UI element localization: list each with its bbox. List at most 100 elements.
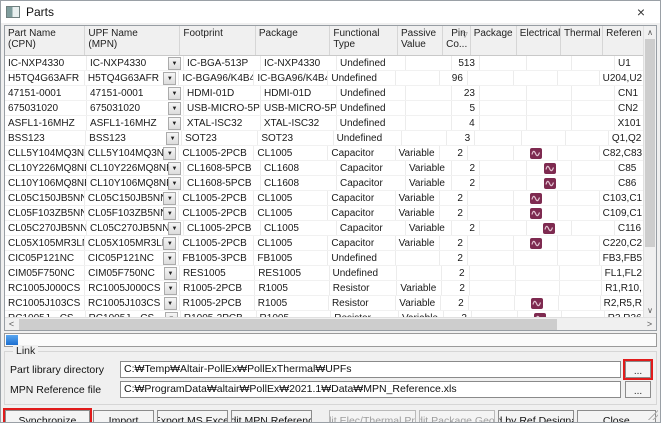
table-row[interactable]: BSS123 BSS123 ▼ SOT23 SOT23 Undefined 3 … — [5, 131, 643, 146]
upf-dropdown-button[interactable]: ▼ — [166, 132, 179, 145]
table-row[interactable]: CL05C150JB5NNND CL05C150JB5NNND ▼ CL1005… — [5, 191, 643, 206]
electrical-model-icon[interactable] — [530, 208, 542, 219]
scroll-down-icon[interactable]: ∨ — [644, 304, 656, 317]
upf-dropdown-button[interactable]: ▼ — [168, 222, 181, 235]
table-row[interactable]: CIC05P121NC CIC05P121NC ▼ FB1005-3PCB FB… — [5, 251, 643, 266]
column-header-functional-type[interactable]: Functional Type — [330, 26, 398, 55]
column-header-thermal[interactable]: Thermal — [561, 26, 603, 55]
cell-thermal — [572, 56, 615, 70]
cell-passive-value — [406, 56, 452, 70]
scroll-left-icon[interactable]: < — [5, 318, 18, 331]
table-row[interactable]: CIM05F750NC CIM05F750NC ▼ RES1005 RES100… — [5, 266, 643, 281]
mpn-reference-file-label: MPN Reference file — [10, 384, 120, 396]
cell-functional-type: Resistor — [329, 296, 396, 310]
table-row[interactable]: ASFL1-16MHZ ASFL1-16MHZ ▼ XTAL-ISC32 XTA… — [5, 116, 643, 131]
resize-grip-icon[interactable] — [648, 410, 658, 420]
vertical-scroll-thumb[interactable] — [645, 39, 655, 247]
upf-dropdown-button[interactable]: ▼ — [168, 87, 181, 100]
electrical-model-icon[interactable] — [530, 193, 542, 204]
column-header-part-name[interactable]: Part Name (CPN) — [5, 26, 85, 55]
upf-dropdown-button[interactable]: ▼ — [163, 147, 176, 160]
import-button[interactable]: Import — [93, 410, 154, 423]
upf-dropdown-button[interactable]: ▼ — [163, 192, 176, 205]
cell-package-2 — [480, 221, 527, 235]
table-row[interactable]: H5TQ4G63AFR H5TQ4G63AFR ▼ IC-BGA96/K4B4G… — [5, 71, 643, 86]
table-row[interactable]: CL10Y106MQ8NRNC CL10Y106MQ8NRNC ▼ CL1608… — [5, 176, 643, 191]
export-ms-excel-button[interactable]: Export MS Excel — [157, 410, 227, 423]
close-icon[interactable]: × — [627, 3, 655, 21]
upf-dropdown-button[interactable]: ▼ — [164, 297, 177, 310]
column-header-package-2[interactable]: Package — [471, 26, 517, 55]
table-row[interactable]: CLL5Y104MQ3NLNC CLL5Y104MQ3NLNC ▼ CL1005… — [5, 146, 643, 161]
table-row[interactable]: 675031020 675031020 ▼ USB-MICRO-5P USB-M… — [5, 101, 643, 116]
cell-part-name: CL10Y226MQ8NRNC — [5, 161, 87, 175]
upf-dropdown-button[interactable]: ▼ — [168, 57, 181, 70]
upf-dropdown-button[interactable]: ▼ — [163, 72, 176, 85]
scroll-up-icon[interactable]: ∧ — [644, 26, 656, 39]
cell-part-name: BSS123 — [5, 131, 86, 145]
column-header-passive-value[interactable]: Passive Value — [398, 26, 443, 55]
chevron-down-icon: ▼ — [171, 226, 177, 232]
table-row[interactable]: CL10Y226MQ8NRNC CL10Y226MQ8NRNC ▼ CL1608… — [5, 161, 643, 176]
browse-mpn-reference-button[interactable]: ... — [625, 381, 651, 398]
electrical-model-icon[interactable] — [531, 298, 543, 309]
column-header-pin-count[interactable]: Pin Co...▽ — [443, 26, 471, 55]
chevron-down-icon: ▼ — [172, 166, 178, 172]
upf-dropdown-button[interactable]: ▼ — [163, 237, 176, 250]
cell-functional-type: Undefined — [337, 86, 406, 100]
cell-passive-value — [406, 86, 452, 100]
table-row[interactable]: RC1005J000CS RC1005J000CS ▼ R1005-2PCB R… — [5, 281, 643, 296]
part-library-directory-field[interactable]: C:₩Temp₩Altair-PollEx₩PollExThermal₩UPFs — [120, 361, 621, 378]
table-row[interactable]: IC-NXP4330 IC-NXP4330 ▼ IC-BGA-513P IC-N… — [5, 56, 643, 71]
browse-part-library-button[interactable]: ... — [625, 361, 651, 378]
cell-electrical — [527, 161, 572, 175]
table-row[interactable]: CL05C270JB5NNWC CL05C270JB5NNWC ▼ CL1005… — [5, 221, 643, 236]
table-row[interactable]: CL05X105MR3LNNH CL05X105MR3LNNH ▼ CL1005… — [5, 236, 643, 251]
mpn-reference-file-row: MPN Reference file C:₩ProgramData₩altair… — [10, 380, 651, 399]
cell-upf-name: CL05X105MR3LNNH ▼ — [85, 236, 179, 250]
upf-dropdown-button[interactable]: ▼ — [168, 162, 181, 175]
table-row[interactable]: CL05F103ZB5NNNC CL05F103ZB5NNNC ▼ CL1005… — [5, 206, 643, 221]
electrical-model-icon[interactable] — [543, 223, 555, 234]
electrical-model-icon[interactable] — [530, 238, 542, 249]
cell-upf-name: 47151-0001 ▼ — [87, 86, 184, 100]
upf-dropdown-button[interactable]: ▼ — [168, 102, 181, 115]
scroll-right-icon[interactable]: > — [643, 318, 656, 331]
cell-passive-value: Variable — [396, 236, 441, 250]
close-button[interactable]: Close — [577, 410, 656, 423]
synchronize-button[interactable]: Synchronize — [5, 410, 90, 423]
cell-package-2 — [480, 176, 527, 190]
electrical-model-icon[interactable] — [544, 163, 556, 174]
cell-package: CL1005 — [261, 221, 337, 235]
cell-electrical — [514, 206, 558, 220]
column-header-footprint[interactable]: Footprint — [180, 26, 255, 55]
find-by-ref-designator-button[interactable]: Find by Ref Designator — [498, 410, 574, 423]
cell-package: RES1005 — [255, 266, 329, 280]
upf-dropdown-button[interactable]: ▼ — [168, 117, 181, 130]
mpn-reference-file-field[interactable]: C:₩ProgramData₩altair₩PollEx₩2021.1₩Data… — [120, 381, 621, 398]
horizontal-scroll-thumb[interactable] — [19, 319, 557, 330]
upf-dropdown-button[interactable]: ▼ — [163, 252, 176, 265]
edit-mpn-reference-button[interactable]: Edit MPN Reference — [231, 410, 312, 423]
column-header-electrical[interactable]: Electrical — [517, 26, 561, 55]
table-row[interactable]: RC1005J103CS RC1005J103CS ▼ R1005-2PCB R… — [5, 296, 643, 311]
vertical-scrollbar[interactable]: ∧ ∨ — [643, 26, 656, 317]
column-header-upf-name[interactable]: UPF Name (MPN) — [85, 26, 180, 55]
electrical-model-icon[interactable] — [530, 148, 542, 159]
upf-dropdown-button[interactable]: ▼ — [164, 267, 177, 280]
table-row[interactable]: 47151-0001 47151-0001 ▼ HDMI-01D HDMI-01… — [5, 86, 643, 101]
cell-part-name: RC1005J000CS — [5, 281, 85, 295]
horizontal-scrollbar[interactable]: < > — [5, 317, 656, 330]
cell-part-name: CL05F103ZB5NNNC — [5, 206, 85, 220]
electrical-model-icon[interactable] — [544, 178, 556, 189]
cell-passive-value — [396, 251, 441, 265]
cell-package-2 — [468, 236, 514, 250]
upf-dropdown-button[interactable]: ▼ — [164, 282, 177, 295]
column-header-package[interactable]: Package — [256, 26, 330, 55]
cell-footprint: CL1005-2PCB — [179, 191, 254, 205]
upf-dropdown-button[interactable]: ▼ — [168, 177, 181, 190]
cell-part-name: CL05C150JB5NNND — [5, 191, 85, 205]
upf-dropdown-button[interactable]: ▼ — [163, 207, 176, 220]
column-header-reference[interactable]: Referen — [603, 26, 643, 55]
cell-functional-type: Undefined — [328, 71, 395, 85]
